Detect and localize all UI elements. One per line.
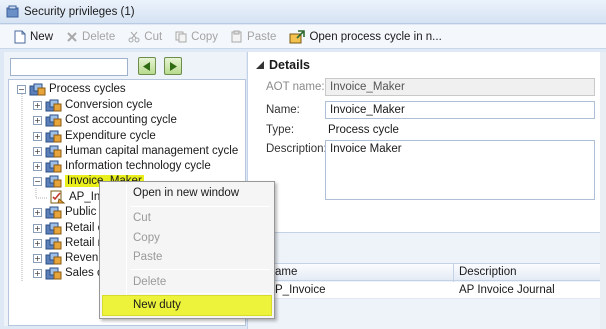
scissors-icon [128,31,140,43]
copy-button[interactable]: Copy [175,31,218,43]
menu-item-highlight [102,295,272,316]
menu-item-paste[interactable]: Paste [133,251,162,263]
cycle-folder-icon [45,175,62,188]
search-input[interactable] [10,58,128,76]
menu-separator [130,269,270,270]
expand-icon: + [33,207,42,217]
new-document-icon [14,30,26,44]
tree-item-expenditure-cycle[interactable]: + Expenditure cycle [33,128,156,144]
security-window-icon [6,5,19,18]
paste-icon [231,30,243,43]
open-window-icon [289,29,306,44]
menu-separator [130,206,270,207]
cycle-folder-icon [45,206,62,219]
delete-icon [66,31,78,43]
menu-item-new-duty[interactable]: New duty [133,299,181,311]
details-pane: Details AOT name: Invoice_Maker Name: In… [247,52,606,329]
cycle-folder-icon [45,252,62,265]
cycle-folder-icon [45,99,62,112]
expand-icon: + [33,223,42,233]
expand-icon: + [33,115,42,125]
expand-icon: + [33,253,42,263]
column-divider[interactable] [453,264,454,282]
copy-icon [175,31,187,43]
aot-name-label: AOT name: [266,81,325,93]
expand-icon: + [33,161,42,171]
tree-item-conversion-cycle[interactable]: + Conversion cycle [33,97,153,113]
cycle-folder-icon [45,114,62,127]
cycle-folder-icon [45,130,62,143]
collapse-icon: − [33,176,42,186]
row-name-cell: P_Invoice [275,284,326,296]
process-cycles-folder-icon [29,83,46,96]
new-button[interactable]: New [14,30,53,44]
tree-item-human-capital-management-cycle[interactable]: + Human capital management cycle [33,143,238,159]
expand-icon: + [33,131,42,141]
cycle-folder-icon [45,160,62,173]
collapse-icon: − [17,84,26,94]
tree-item-information-technology-cycle[interactable]: + Information technology cycle [33,158,211,174]
aot-name-field: Invoice_Maker [325,78,595,96]
menu-item-delete[interactable]: Delete [133,276,166,288]
tree-item-cost-accounting-cycle[interactable]: + Cost accounting cycle [33,112,177,128]
window-title: Security privileges (1) [24,5,135,18]
cycle-folder-icon [45,267,62,280]
menu-item-cut[interactable]: Cut [133,212,151,224]
expand-icon: + [33,100,42,110]
column-header-name[interactable]: ame [275,266,297,278]
cycle-folder-icon [45,237,62,250]
menu-item-copy[interactable]: Copy [133,232,160,244]
expand-icon: + [33,268,42,278]
next-button[interactable] [164,57,182,75]
collapse-triangle-icon [256,61,264,69]
toolbar: New Delete Cut Copy Paste Open process c… [0,25,606,49]
description-label: Description: [266,143,327,155]
context-menu: Open in new window Cut Copy Paste Delete… [99,181,275,319]
menu-separator [130,293,270,294]
cut-button[interactable]: Cut [128,31,162,43]
table-row[interactable]: P_Invoice AP Invoice Journal [248,282,606,299]
column-header-description[interactable]: Description [459,266,517,278]
duties-grid: ame Description P_Invoice AP Invoice Jou… [248,232,606,329]
title-bar: Security privileges (1) [0,0,606,24]
cycle-folder-icon [45,145,62,158]
type-value: Process cycle [328,124,399,136]
vertical-scrollbar[interactable] [600,52,606,329]
row-description-cell: AP Invoice Journal [459,284,555,296]
open-process-cycle-button[interactable]: Open process cycle in n... [289,29,442,44]
type-label: Type: [266,124,295,136]
arrow-left-icon [143,61,150,71]
tree-item-process-cycles[interactable]: − Process cycles [17,81,126,97]
delete-button[interactable]: Delete [66,31,115,43]
cycle-folder-icon [45,222,62,235]
expand-icon: + [33,238,42,248]
tree-item-ap-invoice[interactable]: AP_In [49,189,100,205]
name-label: Name: [266,104,300,116]
paste-button[interactable]: Paste [231,30,276,43]
previous-button[interactable] [138,57,156,75]
description-field[interactable]: Invoice Maker [325,140,595,200]
menu-item-open-in-new-window[interactable]: Open in new window [133,187,239,199]
expand-icon: + [33,146,42,156]
duty-icon [50,190,66,204]
arrow-right-icon [170,61,177,71]
grid-header: ame Description [248,263,606,282]
details-section-header[interactable]: Details [256,58,310,72]
name-field[interactable]: Invoice_Maker [325,101,595,119]
